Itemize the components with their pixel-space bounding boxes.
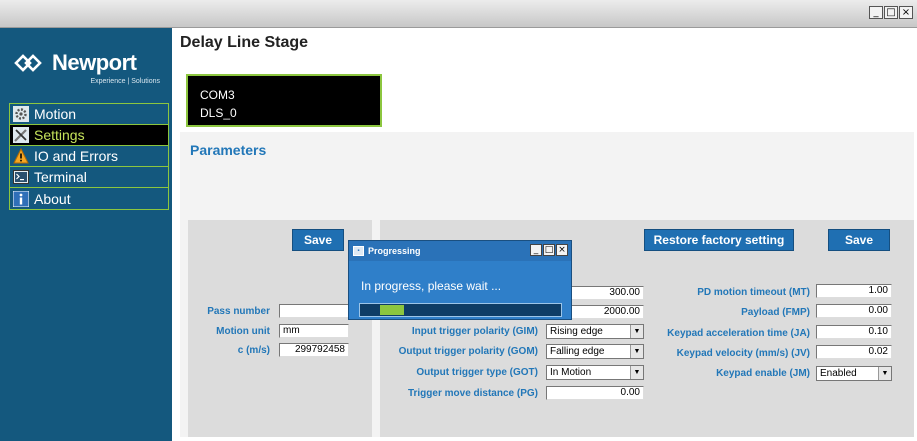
sidebar-item-label: IO and Errors	[34, 148, 119, 164]
output-trigger-type-label: Output trigger type (GOT)	[416, 367, 538, 378]
device-port: COM3	[200, 88, 235, 102]
chevron-down-icon: ▼	[878, 367, 891, 380]
pd-motion-timeout-label: PD motion timeout (MT)	[697, 287, 810, 298]
dialog-minimize-button[interactable]: _	[530, 244, 542, 256]
right-save-button[interactable]: Save	[828, 229, 890, 251]
device-info: COM3 DLS_0	[186, 74, 382, 127]
select-value: Enabled	[820, 368, 857, 379]
input-trigger-polarity-label: Input trigger polarity (GIM)	[411, 326, 538, 337]
brand-tagline: Experience | Solutions	[90, 78, 160, 85]
page-title: Delay Line Stage	[180, 34, 309, 51]
app-window: _ □ × Newport Experience | Solutions Mot…	[0, 0, 917, 441]
sidebar-nav: Motion Settings IO and Errors Terminal A…	[9, 103, 169, 210]
main-content: Delay Line Stage COM3 DLS_0 Parameters S…	[172, 28, 917, 441]
select-value: Rising edge	[550, 326, 603, 337]
c-speed-input[interactable]: 299792458	[279, 343, 349, 357]
progress-dialog[interactable]: ▪ Progressing _ □ × In progress, please …	[348, 240, 572, 320]
trigger-move-distance-input[interactable]: 0.00	[546, 386, 644, 400]
output-trigger-polarity-select[interactable]: Falling edge ▼	[546, 344, 644, 359]
sidebar-item-label: Settings	[34, 127, 85, 143]
sidebar-item-terminal[interactable]: Terminal	[10, 167, 168, 188]
terminal-icon	[12, 169, 30, 186]
sidebar-item-about[interactable]: About	[10, 188, 168, 209]
warning-icon	[12, 148, 30, 165]
sidebar-item-io-errors[interactable]: IO and Errors	[10, 146, 168, 167]
pass-number-input[interactable]	[279, 304, 349, 318]
sidebar: Newport Experience | Solutions Motion Se…	[0, 28, 172, 441]
dialog-title: Progressing	[368, 246, 421, 256]
keypad-velocity-label: Keypad velocity (mm/s) (JV)	[676, 348, 810, 359]
dialog-close-button[interactable]: ×	[556, 244, 568, 256]
motion-unit-input[interactable]: mm	[279, 324, 349, 338]
parameters-left-panel: Save Pass number Motion unit mm c (m/s) …	[188, 220, 372, 437]
device-name: DLS_0	[200, 106, 237, 120]
keypad-velocity-input[interactable]: 0.02	[816, 345, 892, 359]
chevron-down-icon: ▼	[630, 325, 643, 338]
minimize-button[interactable]: _	[869, 6, 883, 19]
pass-number-label: Pass number	[207, 306, 270, 317]
dialog-message: In progress, please wait ...	[361, 279, 502, 293]
restore-factory-button[interactable]: Restore factory setting	[644, 229, 794, 251]
gear-icon	[12, 106, 30, 123]
select-value: In Motion	[550, 367, 592, 378]
trigger-move-distance-label: Trigger move distance (PG)	[407, 388, 538, 399]
window-titlebar[interactable]: _ □ ×	[0, 0, 917, 28]
keypad-enable-label: Keypad enable (JM)	[716, 368, 810, 379]
payload-label: Payload (FMP)	[741, 307, 810, 318]
info-icon	[12, 190, 30, 207]
newport-logo: Newport Experience | Solutions	[14, 50, 160, 85]
parameters-title: Parameters	[190, 142, 267, 158]
keypad-acceleration-input[interactable]: 0.10	[816, 325, 892, 339]
pd-motion-timeout-input[interactable]: 1.00	[816, 284, 892, 298]
keypad-acceleration-label: Keypad acceleration time (JA)	[667, 328, 810, 339]
input-trigger-polarity-select[interactable]: Rising edge ▼	[546, 324, 644, 339]
output-trigger-type-select[interactable]: In Motion ▼	[546, 365, 644, 380]
select-value: Falling edge	[550, 346, 605, 357]
keypad-enable-select[interactable]: Enabled ▼	[816, 366, 892, 381]
chevron-down-icon: ▼	[630, 366, 643, 379]
close-button[interactable]: ×	[899, 6, 913, 19]
sidebar-item-settings[interactable]: Settings	[10, 125, 168, 146]
app-icon: ▪	[353, 246, 364, 256]
sidebar-item-label: About	[34, 190, 71, 207]
progress-bar-fill	[380, 305, 405, 315]
tools-icon	[12, 127, 30, 144]
motion-unit-label: Motion unit	[216, 326, 270, 337]
sidebar-item-label: Motion	[34, 106, 77, 122]
left-save-button[interactable]: Save	[292, 229, 344, 251]
chevron-down-icon: ▼	[630, 345, 643, 358]
sidebar-item-label: Terminal	[34, 169, 87, 185]
dialog-maximize-button[interactable]: □	[543, 244, 555, 256]
sidebar-item-motion[interactable]: Motion	[10, 104, 168, 125]
dialog-controls: _ □ ×	[530, 244, 568, 256]
progress-bar	[359, 303, 562, 317]
c-speed-label: c (m/s)	[237, 345, 270, 356]
output-trigger-polarity-label: Output trigger polarity (GOM)	[398, 346, 538, 357]
newport-logo-icon	[14, 54, 42, 72]
payload-input[interactable]: 0.00	[816, 304, 892, 318]
maximize-button[interactable]: □	[884, 6, 898, 19]
window-controls: _ □ ×	[869, 6, 913, 19]
brand-name: Newport	[52, 50, 137, 75]
